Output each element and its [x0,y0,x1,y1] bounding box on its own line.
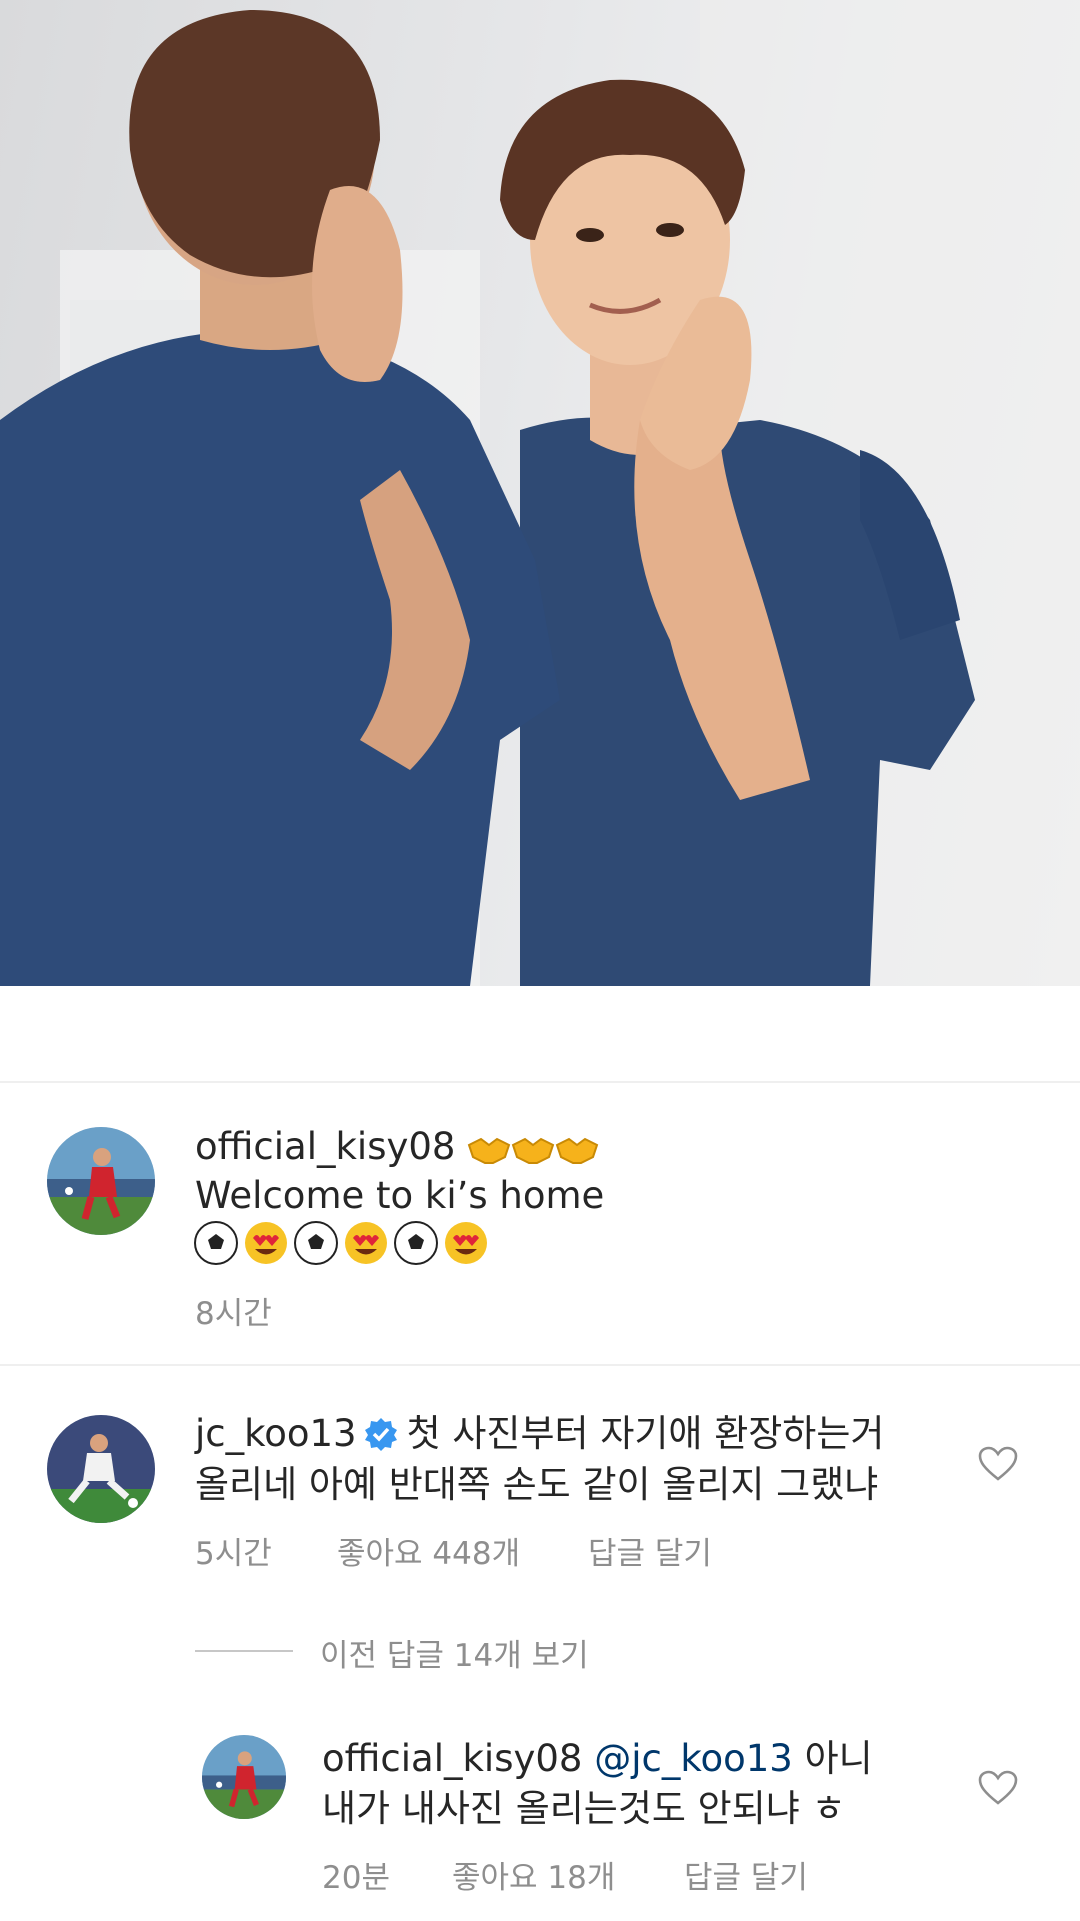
reply-meta: 20분 좋아요 18개 답글 달기 [322,1852,808,1897]
caption-bottom-divider [0,1364,1080,1366]
comment-meta: 5시간 좋아요 448개 답글 달기 [195,1528,712,1573]
caption-emoji-row [193,1220,489,1266]
caption-text: Welcome to ki’s home [195,1174,605,1217]
comment-timestamp: 5시간 [195,1536,272,1572]
soccer-ball-icon [394,1221,438,1265]
reply-text-line-1: 아니 [804,1737,873,1780]
soccer-ball-icon [194,1221,238,1265]
reply-timestamp: 20분 [322,1860,390,1896]
heart-eyes-icon [345,1222,387,1264]
comment-reply-button[interactable]: 답글 달기 [588,1528,712,1573]
comment-avatar[interactable] [47,1415,155,1523]
caption-username[interactable]: official_kisy08 [195,1125,455,1168]
caption-top-divider [0,1081,1080,1083]
comment-text-line-1: 첫 사진부터 자기애 환장하는거 [406,1412,885,1455]
reply-reply-button[interactable]: 답글 달기 [684,1852,808,1897]
soccer-ball-icon [294,1221,338,1265]
view-replies-line [195,1650,293,1652]
comment-text-line-2: 올리네 아예 반대쪽 손도 같이 올리지 그랬냐 [195,1463,879,1506]
heart-eyes-icon [245,1222,287,1264]
like-heart-icon[interactable] [978,1446,1018,1482]
reply-likes[interactable]: 좋아요 18개 [452,1852,615,1897]
like-heart-icon[interactable] [978,1770,1018,1806]
reply-text-line-2: 내가 내사진 올리는것도 안되냐 ㅎ [322,1787,846,1830]
instagram-comments-screen: official_kisy08 Welcome to ki’s home 8시간 [0,0,1080,1921]
reply-username[interactable]: official_kisy08 [322,1737,582,1780]
photo-illustration [0,0,1080,986]
heart-eyes-icon [445,1222,487,1264]
reply-line-1: official_kisy08 @jc_koo13 아니 [322,1733,873,1785]
caption-avatar[interactable] [47,1127,155,1235]
caption-timestamp: 8시간 [195,1296,272,1332]
comment-username[interactable]: jc_koo13 [195,1412,357,1455]
reply-mention[interactable]: @jc_koo13 [594,1737,793,1780]
view-previous-replies-button[interactable]: 이전 답글 14개 보기 [320,1630,589,1675]
post-photo[interactable] [0,0,1080,986]
comment-likes[interactable]: 좋아요 448개 [337,1528,520,1573]
comment-line-1: jc_koo13 첫 사진부터 자기애 환장하는거 [195,1408,884,1466]
reply-avatar[interactable] [202,1735,286,1819]
